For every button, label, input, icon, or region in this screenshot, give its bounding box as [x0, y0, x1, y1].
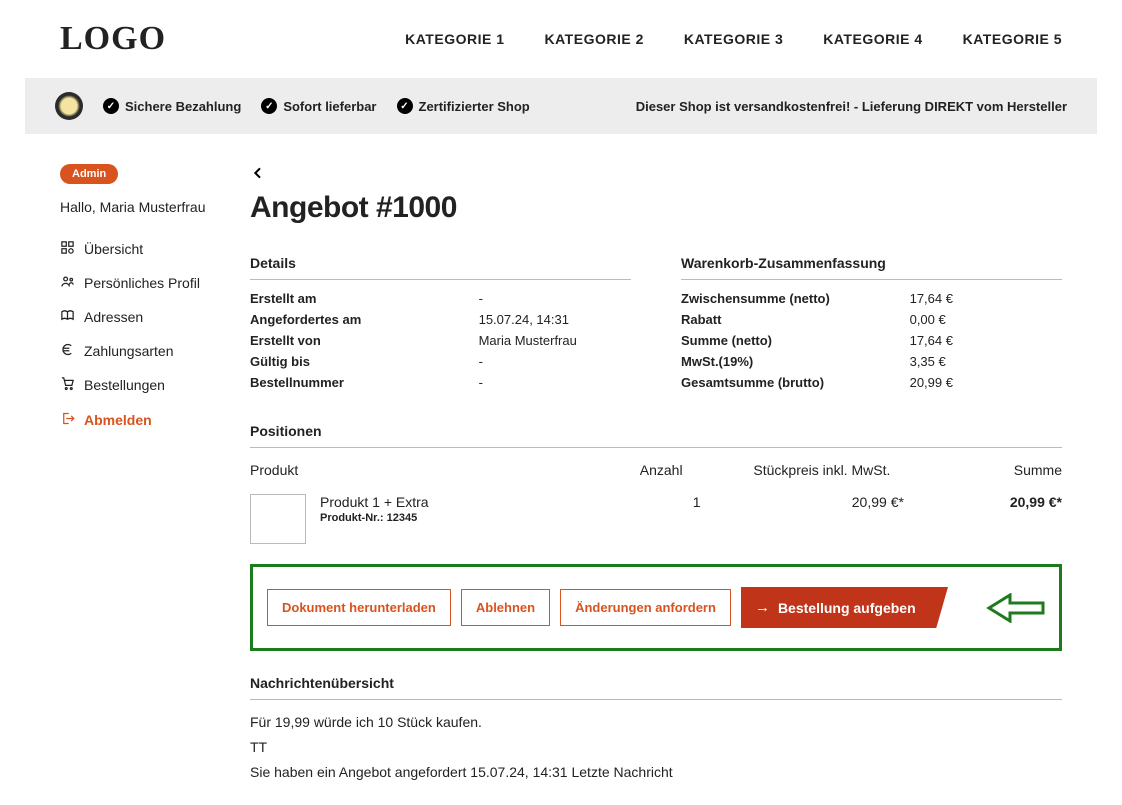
sidebar-item-label: Übersicht [84, 240, 143, 258]
chevron-left-icon [250, 165, 266, 181]
greeting-text: Hallo, Maria Musterfrau [60, 198, 210, 218]
detail-label: Angefordertes am [250, 312, 479, 327]
product-price: 20,99 €* [753, 494, 924, 510]
detail-label: Erstellt am [250, 291, 479, 306]
book-icon [60, 308, 76, 326]
summary-label: Summe (netto) [681, 333, 910, 348]
benefit-label: Sichere Bezahlung [125, 99, 241, 114]
detail-value: 15.07.24, 14:31 [479, 312, 631, 327]
admin-badge: Admin [60, 164, 118, 184]
detail-label: Bestellnummer [250, 375, 479, 390]
position-row: Produkt 1 + Extra Produkt-Nr.: 12345 1 2… [250, 490, 1062, 564]
summary-value: 0,00 € [910, 312, 1062, 327]
sidebar-item-profile[interactable]: Persönliches Profil [60, 266, 210, 300]
summary-value: 17,64 € [910, 333, 1062, 348]
benefits-bar: ✓ Sichere Bezahlung ✓ Sofort lieferbar ✓… [25, 78, 1097, 134]
sidebar-item-label: Adressen [84, 308, 143, 326]
check-icon: ✓ [397, 98, 413, 114]
main-nav: KATEGORIE 1 KATEGORIE 2 KATEGORIE 3 KATE… [405, 31, 1062, 47]
nav-item-3[interactable]: KATEGORIE 4 [823, 31, 922, 47]
cart-icon [60, 376, 76, 394]
main-content: Angebot #1000 Details Erstellt am- Angef… [250, 164, 1062, 785]
back-button[interactable] [250, 164, 266, 187]
benefit-label: Sofort lieferbar [283, 99, 376, 114]
summary-label: MwSt.(19%) [681, 354, 910, 369]
cart-summary-panel: Warenkorb-Zusammenfassung Zwischensumme … [681, 255, 1062, 393]
col-price: Stückpreis inkl. MwSt. [753, 462, 924, 478]
annotation-arrow-icon [985, 593, 1045, 623]
sidebar-item-label: Zahlungsarten [84, 342, 174, 360]
logout-icon [60, 411, 76, 429]
product-name[interactable]: Produkt 1 + Extra [320, 494, 429, 510]
sidebar-item-overview[interactable]: Übersicht [60, 232, 210, 266]
product-thumbnail[interactable] [250, 494, 306, 544]
user-icon [60, 274, 76, 292]
benefit-label: Zertifizierter Shop [419, 99, 530, 114]
sidebar-item-addresses[interactable]: Adressen [60, 300, 210, 334]
detail-value: Maria Musterfrau [479, 333, 631, 348]
cart-summary-title: Warenkorb-Zusammenfassung [681, 255, 1062, 280]
detail-value: - [479, 291, 631, 306]
col-product: Produkt [250, 462, 640, 478]
arrow-right-icon: → [755, 599, 770, 616]
product-qty: 1 [640, 494, 754, 510]
sidebar-item-label: Bestellungen [84, 376, 165, 394]
message-line: TT [250, 735, 1062, 760]
nav-item-2[interactable]: KATEGORIE 3 [684, 31, 783, 47]
sidebar-item-payment[interactable]: Zahlungsarten [60, 334, 210, 368]
summary-label: Zwischensumme (netto) [681, 291, 910, 306]
summary-value: 20,99 € [910, 375, 1062, 390]
message-line: Für 19,99 würde ich 10 Stück kaufen. [250, 710, 1062, 735]
messages-title: Nachrichtenübersicht [250, 675, 1062, 700]
summary-value: 17,64 € [910, 291, 1062, 306]
trusted-shops-badge-icon [55, 92, 83, 120]
summary-label: Gesamtsumme (brutto) [681, 375, 910, 390]
detail-label: Erstellt von [250, 333, 479, 348]
nav-item-1[interactable]: KATEGORIE 2 [545, 31, 644, 47]
euro-icon [60, 342, 76, 360]
check-icon: ✓ [103, 98, 119, 114]
details-title: Details [250, 255, 631, 280]
shipping-info: Dieser Shop ist versandkostenfrei! - Lie… [636, 99, 1067, 114]
sidebar-item-label: Abmelden [84, 411, 152, 429]
detail-label: Gültig bis [250, 354, 479, 369]
sidebar-item-label: Persönliches Profil [84, 274, 200, 292]
col-sum: Summe [924, 462, 1062, 478]
place-order-button[interactable]: → Bestellung aufgeben [741, 587, 936, 628]
detail-value: - [479, 354, 631, 369]
header: LOGO KATEGORIE 1 KATEGORIE 2 KATEGORIE 3… [0, 0, 1122, 68]
benefit-certified-shop: ✓ Zertifizierter Shop [397, 98, 530, 114]
request-changes-button[interactable]: Änderungen anfordern [560, 589, 731, 626]
col-qty: Anzahl [640, 462, 754, 478]
sidebar-item-orders[interactable]: Bestellungen [60, 368, 210, 402]
page-title: Angebot #1000 [250, 191, 1062, 225]
detail-value: - [479, 375, 631, 390]
benefit-secure-payment: ✓ Sichere Bezahlung [103, 98, 241, 114]
account-sidebar: Admin Hallo, Maria Musterfrau Übersicht … [60, 164, 210, 785]
dashboard-icon [60, 240, 76, 258]
details-panel: Details Erstellt am- Angefordertes am15.… [250, 255, 631, 393]
benefit-instant-delivery: ✓ Sofort lieferbar [261, 98, 376, 114]
positions-header: Produkt Anzahl Stückpreis inkl. MwSt. Su… [250, 456, 1062, 490]
nav-item-0[interactable]: KATEGORIE 1 [405, 31, 504, 47]
logo[interactable]: LOGO [60, 20, 166, 58]
decline-button[interactable]: Ablehnen [461, 589, 550, 626]
download-document-button[interactable]: Dokument herunterladen [267, 589, 451, 626]
summary-label: Rabatt [681, 312, 910, 327]
sidebar-menu: Übersicht Persönliches Profil Adressen [60, 232, 210, 437]
check-icon: ✓ [261, 98, 277, 114]
product-sku: Produkt-Nr.: 12345 [320, 512, 429, 524]
sidebar-item-logout[interactable]: Abmelden [60, 403, 210, 437]
positions-title: Positionen [250, 423, 1062, 448]
action-buttons-highlight: Dokument herunterladen Ablehnen Änderung… [250, 564, 1062, 651]
product-sum: 20,99 €* [924, 494, 1062, 510]
place-order-label: Bestellung aufgeben [778, 600, 916, 616]
summary-value: 3,35 € [910, 354, 1062, 369]
nav-item-4[interactable]: KATEGORIE 5 [963, 31, 1062, 47]
